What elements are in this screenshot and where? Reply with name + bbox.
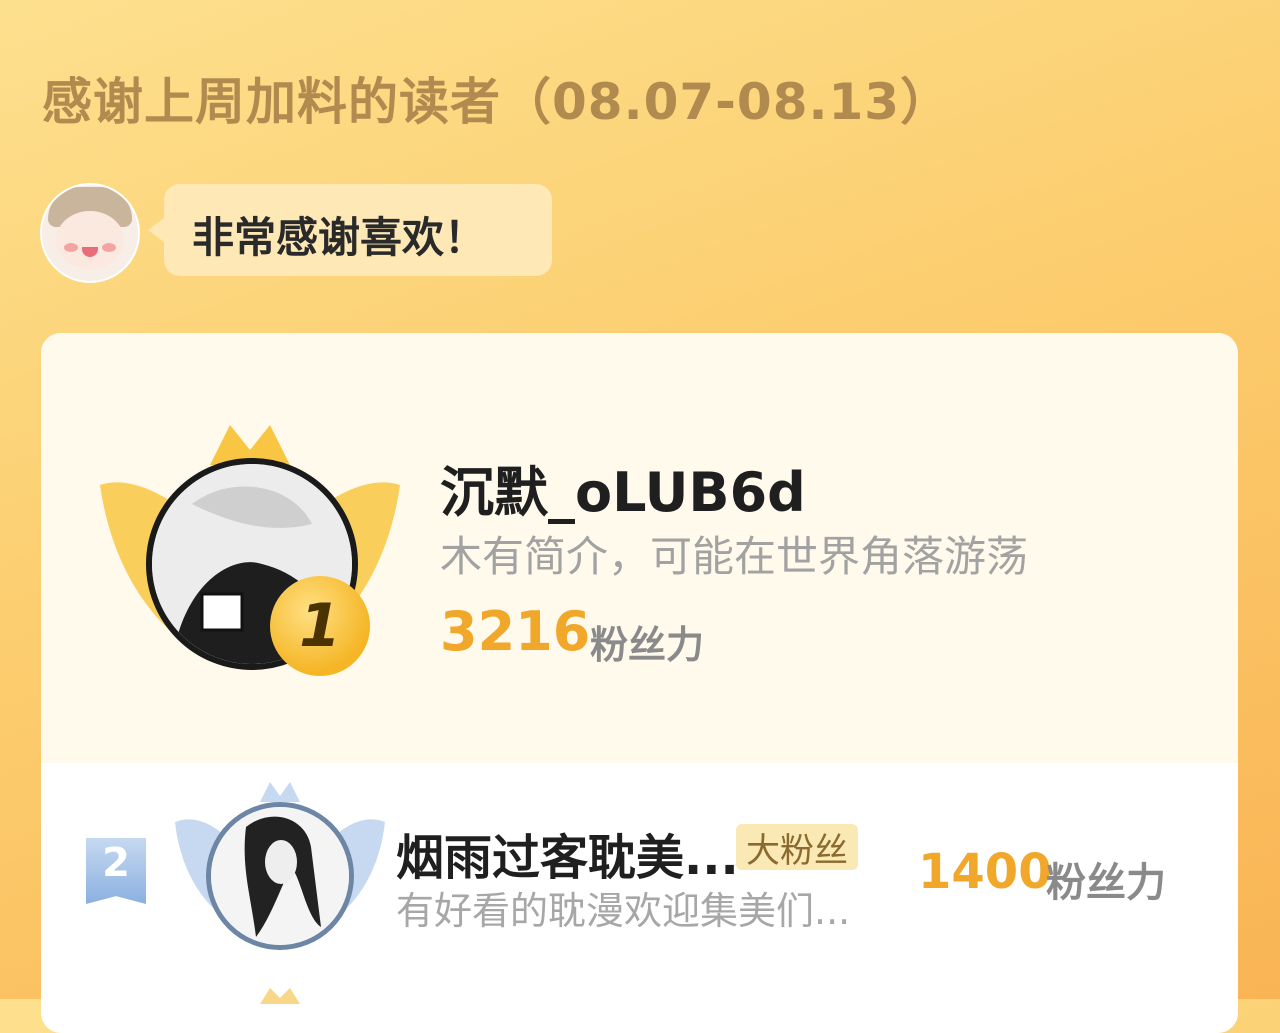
rank2-unit: 粉丝力 bbox=[1046, 860, 1166, 906]
rank2-avatar[interactable] bbox=[206, 802, 354, 950]
rank2-name[interactable]: 烟雨过客耽美... bbox=[396, 818, 739, 888]
page-title: 感谢上周加料的读者（08.07-08.13） bbox=[42, 73, 952, 131]
mascot-cheek-left bbox=[64, 243, 78, 252]
rank2-score: 1400 bbox=[918, 844, 1052, 900]
rank2-avatar-art-icon bbox=[211, 807, 349, 945]
mascot-avatar bbox=[40, 183, 140, 283]
rank1-bio: 木有简介，可能在世界角落游荡 bbox=[440, 532, 1029, 581]
rank3-crown-icon bbox=[260, 988, 300, 1004]
rank2-fan-tag: 大粉丝 bbox=[736, 824, 858, 871]
rank1-score: 3216 bbox=[440, 600, 591, 663]
rank1-name[interactable]: 沉默_oLUB6d bbox=[440, 448, 806, 527]
greeting-text: 非常感谢喜欢！ bbox=[192, 213, 487, 262]
mascot-face bbox=[56, 211, 124, 269]
rank1-unit: 粉丝力 bbox=[590, 623, 705, 667]
rank2-bio: 有好看的耽漫欢迎集美们... bbox=[396, 889, 851, 933]
greeting-bubble: 非常感谢喜欢！ bbox=[148, 184, 552, 276]
mascot-cheek-right bbox=[102, 243, 116, 252]
rank1-medal: 1 bbox=[270, 576, 370, 676]
rank2-badge: 2 bbox=[86, 838, 146, 904]
